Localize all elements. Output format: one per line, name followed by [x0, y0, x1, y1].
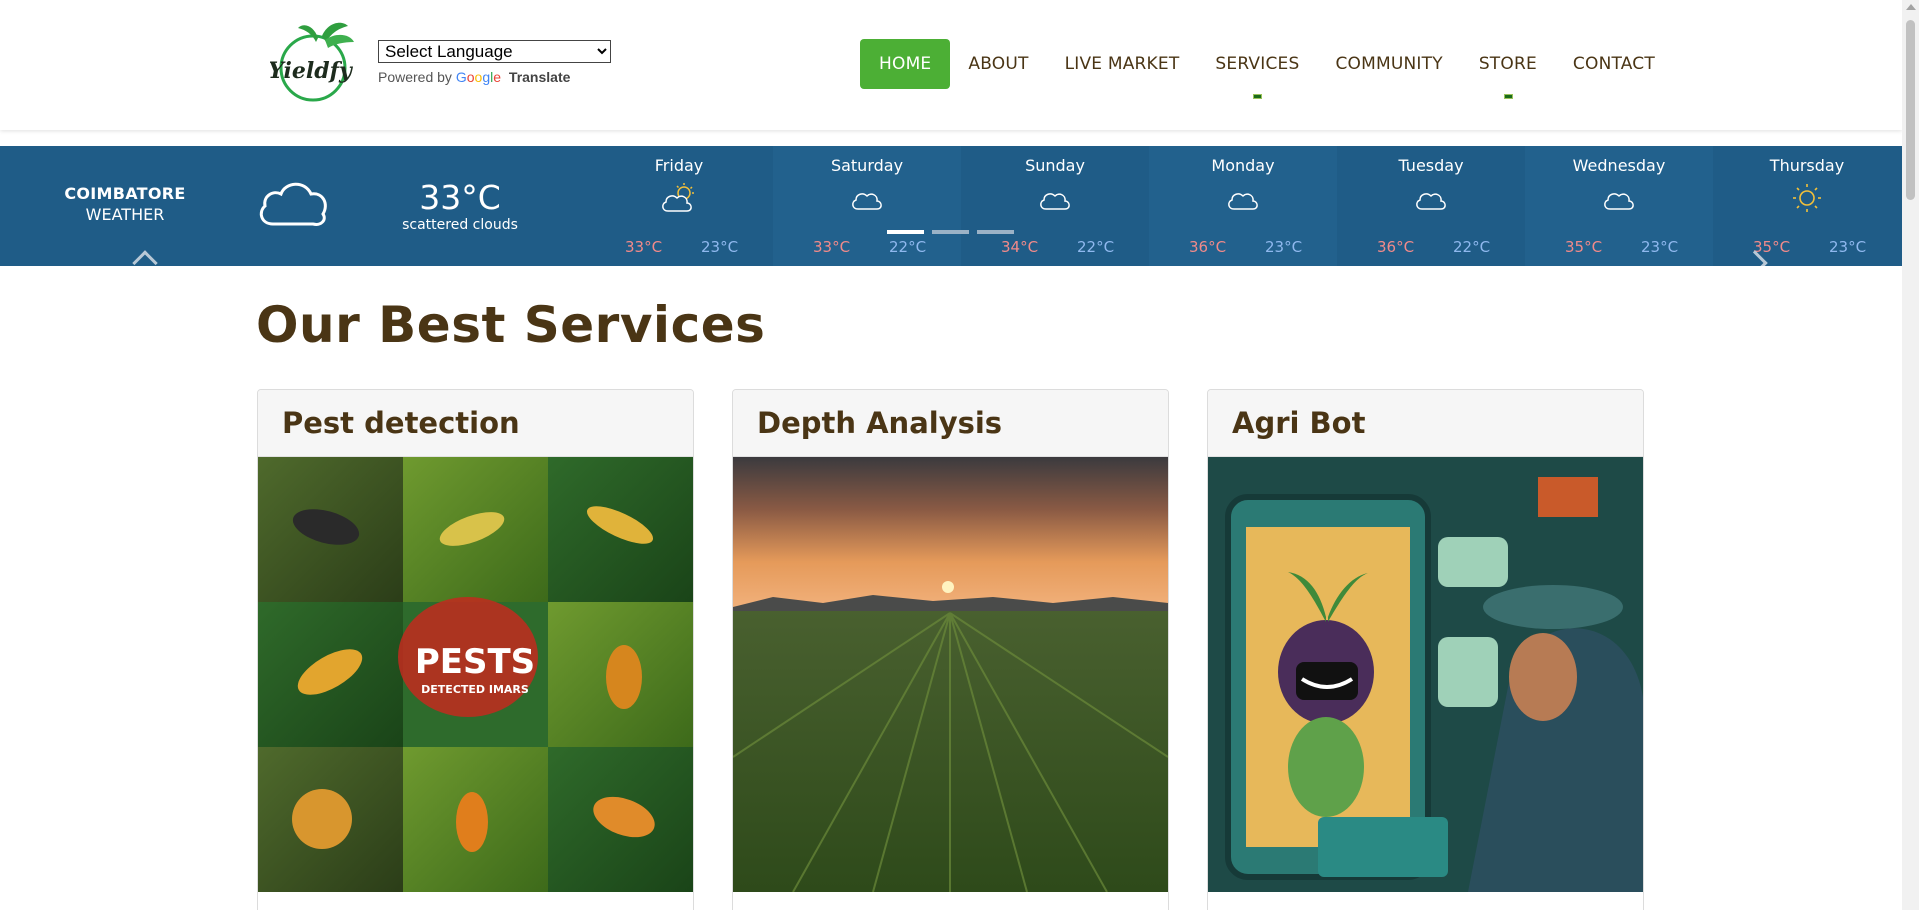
forecast-low: 22°C — [1453, 238, 1491, 256]
nav-services-label: SERVICES — [1215, 54, 1300, 74]
forecast-carousel: Friday 33°C 23°C Saturday 33°C 22°C Sund… — [585, 146, 1901, 266]
powered-by-label: Powered by — [378, 69, 452, 85]
forecast-day: Friday 33°C 23°C — [585, 146, 773, 266]
services-heading: Our Best Services — [256, 296, 766, 354]
pest-collage-image: PESTS DETECTED IMARS — [258, 457, 693, 892]
google-translate-widget: Select Language Powered by Google Transl… — [378, 40, 611, 85]
forecast-low: 23°C — [1829, 238, 1867, 256]
forecast-low: 23°C — [701, 238, 739, 256]
forecast-day-name: Friday — [654, 156, 704, 175]
nav-store[interactable]: STORE — [1461, 39, 1555, 99]
forecast-day-name: Sunday — [1025, 156, 1085, 175]
forecast-low: 23°C — [1265, 238, 1303, 256]
forecast-high: 33°C — [813, 238, 851, 256]
forecast-day-name: Wednesday — [1572, 156, 1666, 175]
forecast-day: Thursday 35°C 23°C — [1713, 146, 1901, 266]
page: Yieldfy Select Language Powered by Googl… — [0, 0, 1919, 910]
yieldify-logo[interactable]: Yieldfy — [270, 16, 360, 106]
service-card-pest-detection[interactable]: Pest detection PESTS DETECTED IMARS — [257, 389, 694, 910]
site-header: Yieldfy Select Language Powered by Googl… — [0, 0, 1902, 130]
current-weather: 33°C scattered clouds — [395, 178, 525, 233]
carousel-indicators — [887, 230, 1014, 234]
weather-label: WEATHER — [85, 205, 165, 224]
service-card-agri-bot[interactable]: Agri Bot — [1207, 389, 1644, 910]
cloud-icon — [1040, 193, 1070, 210]
language-select[interactable]: Select Language — [378, 40, 611, 63]
current-temperature: 33°C — [419, 178, 501, 217]
carousel-dot-2[interactable] — [932, 230, 969, 234]
forecast-day-name: Thursday — [1769, 156, 1845, 175]
forecast-day-name: Tuesday — [1398, 156, 1464, 175]
nav-about[interactable]: ABOUT — [950, 39, 1046, 89]
carousel-dot-1[interactable] — [887, 230, 924, 234]
weather-location: COIMBATORE WEATHER — [50, 184, 200, 224]
forecast-day: Wednesday 35°C 23°C — [1525, 146, 1713, 266]
robot-farmer-image — [1208, 457, 1643, 892]
forecast-high: 33°C — [625, 238, 663, 256]
forecast-day: Sunday 34°C 22°C — [961, 146, 1149, 266]
pest-overlay-subtitle: DETECTED IMARS — [421, 683, 529, 696]
card-title: Depth Analysis — [733, 390, 1168, 457]
forecast-high: 36°C — [1189, 238, 1227, 256]
weather-widget: COIMBATORE WEATHER 33°C scattered clouds… — [0, 146, 1902, 266]
carousel-dot-3[interactable] — [977, 230, 1014, 234]
card-title: Agri Bot — [1208, 390, 1643, 457]
cloud-icon — [259, 182, 327, 226]
forecast-high: 34°C — [1001, 238, 1039, 256]
partly-sunny-icon — [662, 183, 694, 212]
sun-icon — [1793, 184, 1821, 212]
nav-services[interactable]: SERVICES — [1197, 39, 1317, 99]
forecast-day-name: Monday — [1211, 156, 1275, 175]
cloud-icon — [852, 193, 882, 210]
nav-live-market[interactable]: LIVE MARKET — [1047, 39, 1198, 89]
current-description: scattered clouds — [402, 217, 518, 233]
cloud-icon — [1416, 193, 1446, 210]
service-card-depth-analysis[interactable]: Depth Analysis — [732, 389, 1169, 910]
dropdown-indicator-icon — [1253, 94, 1263, 99]
forecast-high: 35°C — [1565, 238, 1603, 256]
forecast-day: Monday 36°C 23°C — [1149, 146, 1337, 266]
nav-contact[interactable]: CONTACT — [1555, 39, 1673, 89]
card-title: Pest detection — [258, 390, 693, 457]
forecast-low: 22°C — [889, 238, 927, 256]
page-scrollbar[interactable] — [1902, 0, 1919, 910]
forecast-day: Saturday 33°C 22°C — [773, 146, 961, 266]
dropdown-indicator-icon — [1503, 94, 1513, 99]
svg-text:Yieldfy: Yieldfy — [270, 58, 354, 84]
nav-store-label: STORE — [1478, 54, 1537, 74]
main-nav: HOME ABOUT LIVE MARKET SERVICES COMMUNIT… — [860, 39, 1673, 99]
google-wordmark[interactable]: Google — [456, 69, 501, 85]
scrollbar-thumb[interactable] — [1906, 20, 1915, 200]
forecast-high: 36°C — [1377, 238, 1415, 256]
carousel-prev-icon[interactable] — [132, 250, 158, 266]
powered-by-google: Powered by Google Translate — [378, 69, 611, 85]
forecast-low: 22°C — [1077, 238, 1115, 256]
scroll-up-icon[interactable] — [1906, 4, 1916, 10]
cloud-icon — [1228, 193, 1258, 210]
forecast-low: 23°C — [1641, 238, 1679, 256]
nav-home[interactable]: HOME — [860, 39, 951, 89]
nav-community[interactable]: COMMUNITY — [1317, 39, 1460, 89]
translate-link[interactable]: Translate — [509, 69, 570, 85]
forecast-day-name: Saturday — [830, 156, 904, 175]
forecast-day: Tuesday 36°C 22°C — [1337, 146, 1525, 266]
cloud-icon — [1604, 193, 1634, 210]
pest-overlay-title: PESTS — [415, 642, 535, 682]
field-sunset-image — [733, 457, 1168, 892]
city-name: COIMBATORE — [64, 184, 186, 203]
